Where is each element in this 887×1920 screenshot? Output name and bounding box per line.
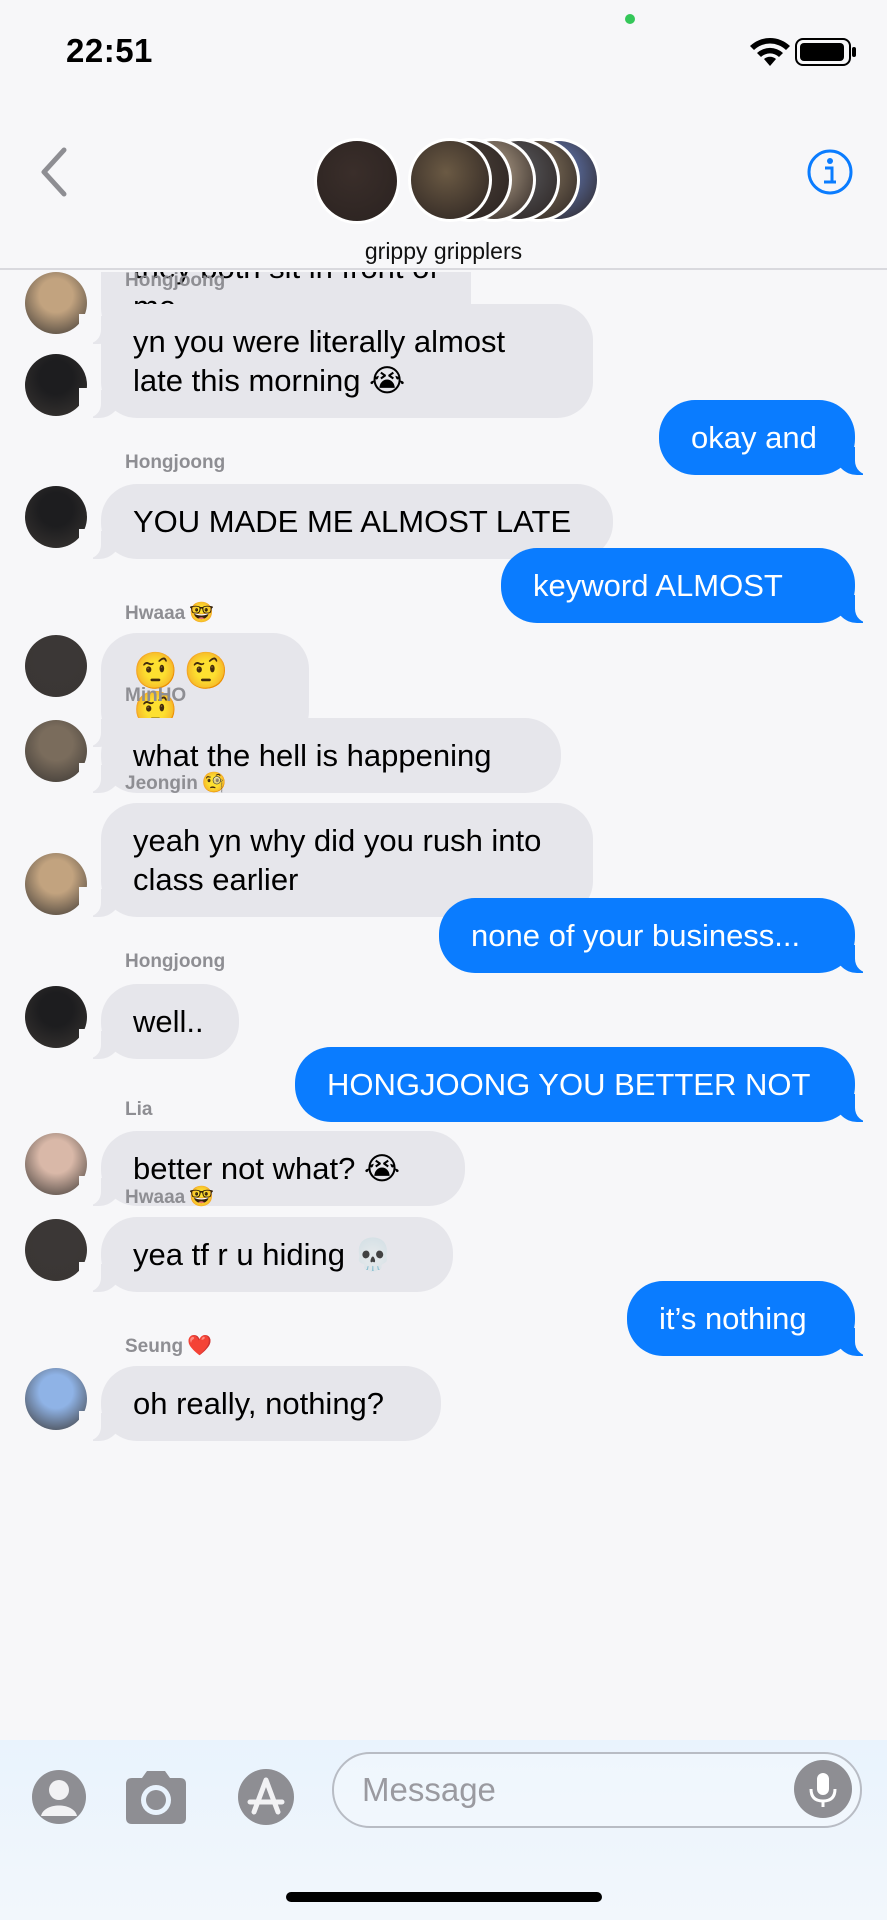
sender-avatar[interactable] [25, 986, 87, 1048]
camera-in-use-indicator [625, 14, 635, 24]
sender-name-text: Hwaaa [125, 1187, 186, 1208]
sender-name: Hwaaa 🤓 [125, 600, 214, 625]
sender-name-text: Lia [125, 1099, 153, 1120]
outgoing-message-bubble[interactable]: none of your business... [439, 898, 877, 973]
incoming-message-bubble[interactable]: oh really, nothing? [79, 1366, 441, 1441]
sender-name: Hwaaa 🤓 [125, 1184, 214, 1209]
sender-avatar[interactable] [25, 272, 87, 334]
sender-name: Seung ❤️ [125, 1333, 212, 1358]
info-circle-icon[interactable] [806, 148, 854, 196]
sender-avatar[interactable] [25, 853, 87, 915]
sender-emoji: 🧐 [201, 772, 227, 794]
sender-name-text: Hongjoong [125, 452, 226, 473]
sender-name-text: Hwaaa [125, 603, 186, 624]
sender-avatar[interactable] [25, 720, 87, 782]
group-avatar [314, 138, 400, 224]
message-input-field[interactable] [332, 1752, 862, 1828]
sender-name-text: Hongjoong [125, 951, 226, 972]
sender-name-text: MinHO [125, 685, 187, 706]
outgoing-message-bubble[interactable]: keyword ALMOST [501, 548, 877, 623]
camera-icon[interactable] [122, 1768, 190, 1826]
sender-name: Hongjoong [125, 272, 225, 292]
sender-avatar[interactable] [25, 354, 87, 416]
sender-avatar[interactable] [25, 635, 87, 697]
person-icon[interactable] [30, 1768, 88, 1826]
message-list[interactable]: they both sit in front of meHongjoongyn … [0, 272, 887, 1740]
conversation-header: grippy gripplers [0, 100, 887, 270]
status-time: 22:51 [66, 32, 153, 69]
battery-icon [795, 38, 856, 66]
wifi-icon [750, 38, 790, 66]
group-avatar-stack[interactable] [314, 138, 600, 224]
chevron-left-icon[interactable] [36, 146, 72, 198]
incoming-message-bubble[interactable]: yn you were literally almost late this m… [79, 304, 593, 418]
microphone-icon[interactable] [794, 1760, 852, 1818]
outgoing-message-bubble[interactable]: okay and [659, 400, 877, 475]
incoming-message-bubble[interactable]: well.. [79, 984, 239, 1059]
sender-name-text: Seung [125, 1336, 184, 1357]
status-bar: 22:51 [0, 0, 887, 100]
sender-name: Hongjoong [125, 452, 225, 474]
app-store-icon[interactable] [230, 1768, 302, 1826]
home-indicator[interactable] [286, 1892, 602, 1902]
incoming-message-bubble[interactable]: yea tf r u hiding 💀 [79, 1217, 453, 1292]
sender-avatar[interactable] [25, 486, 87, 548]
sender-emoji: 🤓 [189, 1186, 215, 1208]
sender-name: Hongjoong [125, 951, 225, 973]
sender-emoji: ❤️ [187, 1335, 212, 1357]
sender-emoji: 🤓 [189, 602, 215, 624]
sender-name: MinHO [125, 685, 186, 707]
message-input[interactable] [362, 1754, 782, 1826]
sender-name: Lia [125, 1099, 152, 1121]
sender-name: Jeongin 🧐 [125, 770, 227, 795]
sender-name-text: Jeongin [125, 773, 198, 794]
sender-avatar[interactable] [25, 1133, 87, 1195]
outgoing-message-bubble[interactable]: HONGJOONG YOU BETTER NOT [295, 1047, 877, 1122]
group-name[interactable]: grippy gripplers [0, 238, 887, 265]
sender-avatar[interactable] [25, 1368, 87, 1430]
outgoing-message-bubble[interactable]: it’s nothing [627, 1281, 877, 1356]
sender-name-text: Hongjoong [125, 272, 226, 291]
sender-avatar[interactable] [25, 1219, 87, 1281]
group-avatar [408, 138, 492, 222]
